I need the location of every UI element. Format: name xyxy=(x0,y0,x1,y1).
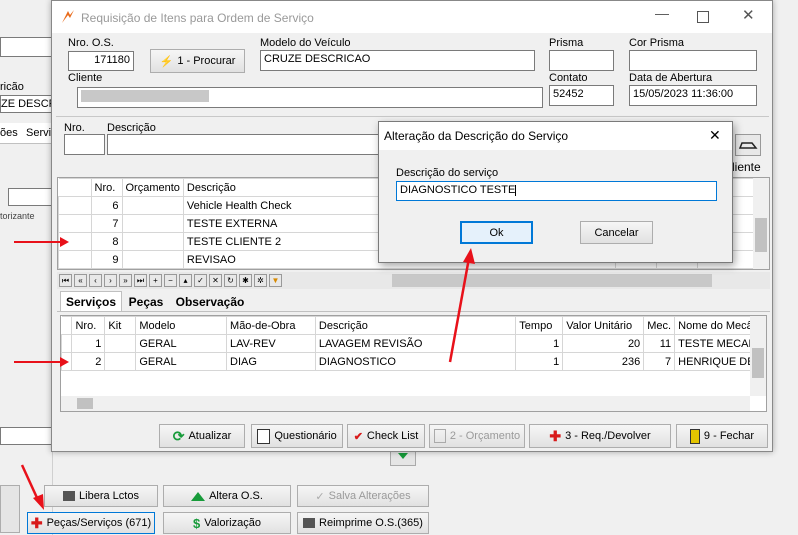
annotation-arrows-diagonal xyxy=(20,248,475,510)
